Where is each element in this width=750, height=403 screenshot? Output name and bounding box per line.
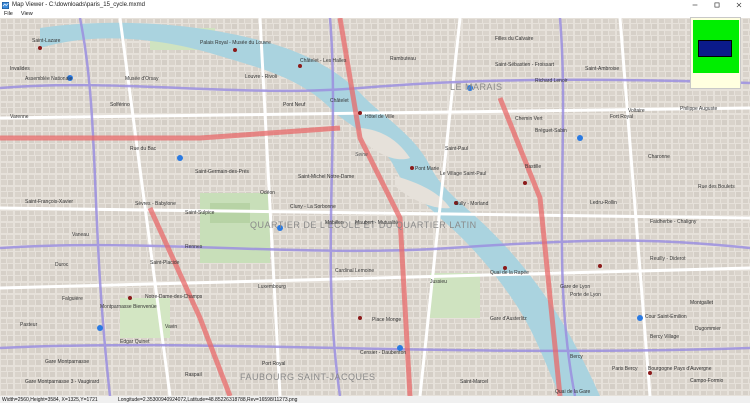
place-label-7: Rambuteau bbox=[390, 56, 416, 62]
minimize-button[interactable] bbox=[684, 0, 706, 10]
place-label-8: Filles du Calvaire bbox=[495, 36, 534, 42]
place-label-60: Censier - Daubenton bbox=[360, 350, 406, 356]
place-label-28: Bastille bbox=[525, 164, 541, 170]
place-label-30: Charonne bbox=[648, 154, 670, 160]
place-label-53: Montparnasse Bienvenüe bbox=[100, 304, 157, 310]
place-label-18: Bréguet-Sabin bbox=[535, 128, 567, 134]
place-label-49: Falguière bbox=[62, 296, 83, 302]
menu-file[interactable]: File bbox=[0, 10, 17, 18]
place-label-62: Raspail bbox=[185, 372, 202, 378]
place-label-42: Reuilly - Diderot bbox=[650, 256, 686, 262]
place-label-33: Saint-François-Xavier bbox=[25, 199, 73, 205]
park-inner bbox=[210, 203, 250, 223]
place-label-61: Gare Montparnasse bbox=[45, 359, 89, 365]
place-label-25: Saint-Michel Notre-Dame bbox=[298, 174, 354, 180]
place-label-45: Saint-Placide bbox=[150, 260, 180, 266]
place-label-73: Campo-Formio bbox=[690, 378, 724, 384]
map-svg: QUARTIER DE L'ÉCOLE ET DU QUARTIER LATIN… bbox=[0, 18, 750, 396]
app-map-icon bbox=[2, 1, 9, 9]
place-label-67: Porte de Lyon bbox=[570, 292, 601, 298]
close-button[interactable] bbox=[728, 0, 750, 10]
place-label-48: Duroc bbox=[55, 262, 69, 268]
place-label-52: Jussieu bbox=[430, 279, 447, 285]
place-label-71: Paris Bercy bbox=[612, 366, 638, 372]
place-label-47: Quai de la Rapée bbox=[490, 270, 529, 276]
close-icon bbox=[736, 2, 742, 8]
place-label-21: Varenne bbox=[10, 114, 29, 120]
place-label-15: Hôtel de Ville bbox=[365, 114, 395, 120]
place-label-6: Châtelet - Les Halles bbox=[300, 58, 347, 64]
status-coordinates: Longitude=2.35300940924072,Latitude=48.8… bbox=[118, 396, 298, 403]
status-dimensions: Width=2560,Height=3584, X=1325,Y=1721 bbox=[2, 396, 98, 403]
place-label-10: Saint-Ambroise bbox=[585, 66, 619, 72]
maximize-icon bbox=[714, 2, 720, 8]
place-label-0: Saint-Lazare bbox=[32, 38, 61, 44]
place-label-5: Louvre - Rivoli bbox=[245, 74, 277, 80]
place-label-51: Luxembourg bbox=[258, 284, 286, 290]
place-label-66: Cour Saint-Émilion bbox=[645, 313, 687, 320]
place-label-14: Châtelet bbox=[330, 98, 349, 104]
place-label-56: Gare d'Austerlitz bbox=[490, 316, 527, 322]
place-label-2: Invalides bbox=[10, 66, 30, 72]
place-label-41: Gare de Lyon bbox=[560, 284, 590, 290]
place-label-54: Vavin bbox=[165, 324, 177, 330]
status-bar: Width=2560,Height=3584, X=1325,Y=1721 Lo… bbox=[0, 396, 750, 403]
minimize-icon bbox=[692, 4, 698, 6]
place-label-24: Saint-Germain-des-Prés bbox=[195, 169, 249, 175]
place-label-34: Sèvres - Babylone bbox=[135, 201, 176, 207]
map-canvas[interactable]: QUARTIER DE L'ÉCOLE ET DU QUARTIER LATIN… bbox=[0, 18, 750, 396]
place-label-69: Quai de la Gare bbox=[555, 389, 591, 395]
place-label-37: Sully - Morland bbox=[455, 201, 489, 207]
maximize-button[interactable] bbox=[706, 0, 728, 10]
place-label-59: Port Royal bbox=[262, 361, 285, 367]
water-label: Seine bbox=[355, 152, 368, 158]
menu-view[interactable]: View bbox=[17, 10, 37, 18]
window-controls bbox=[684, 0, 750, 10]
place-label-43: Vaneau bbox=[72, 232, 89, 238]
place-label-27: Le Village Saint-Paul bbox=[440, 171, 486, 177]
menu-bar: File View bbox=[0, 10, 750, 18]
place-label-75: Bercy Village bbox=[650, 334, 679, 340]
place-label-1: Palais Royal - Musée du Louvre bbox=[200, 40, 271, 46]
place-label-64: Bercy bbox=[570, 354, 583, 360]
place-label-58: Edgar Quinet bbox=[120, 339, 150, 345]
place-label-4: Musée d'Orsay bbox=[125, 76, 159, 82]
place-label-9: Saint-Sébastien - Froissart bbox=[495, 62, 555, 68]
place-label-65: Gare Montparnasse 3 - Vaugirard bbox=[25, 379, 99, 385]
district-label-1: FAUBOURG SAINT-JACQUES bbox=[240, 372, 376, 382]
place-label-35: Odéon bbox=[260, 190, 275, 196]
place-label-16: Saint-Paul bbox=[445, 146, 468, 152]
place-label-17: Chemin Vert bbox=[515, 116, 543, 122]
place-label-40: Maubert - Mutualité bbox=[355, 220, 398, 226]
minimap[interactable] bbox=[690, 17, 741, 89]
place-label-32: Faidherbe - Chaligny bbox=[650, 219, 697, 225]
place-label-70: Montgallet bbox=[690, 300, 714, 306]
place-label-31: Rue des Boulets bbox=[698, 184, 735, 190]
place-label-12: LE MARAIS bbox=[450, 82, 503, 92]
title-bar: Map Viewer - C:\downloads\paris_15_cycle… bbox=[0, 0, 750, 10]
place-label-38: Saint-Sulpice bbox=[185, 210, 215, 216]
place-label-72: Bourgogne Pays d'Auvergne bbox=[648, 366, 712, 372]
place-label-22: Solférino bbox=[110, 102, 130, 108]
place-label-11: Richard Lenoir bbox=[535, 78, 568, 84]
window-title: Map Viewer - C:\downloads\paris_15_cycle… bbox=[12, 2, 145, 8]
place-label-26: Pont Marie bbox=[415, 166, 439, 172]
place-label-68: Dugommier bbox=[695, 326, 721, 332]
place-label-29: Ledru-Rollin bbox=[590, 200, 617, 206]
place-label-74: Fort Royal bbox=[610, 114, 633, 120]
place-label-55: Place Monge bbox=[372, 317, 401, 323]
place-label-39: Mabillon bbox=[325, 220, 344, 226]
minimap-viewport[interactable] bbox=[698, 40, 732, 57]
place-label-36: Cluny - La Sorbonne bbox=[290, 204, 336, 210]
place-label-50: Notre-Dame-des-Champs bbox=[145, 294, 203, 300]
place-label-44: Rennes bbox=[185, 244, 203, 250]
place-label-46: Cardinal Lemoine bbox=[335, 268, 374, 274]
place-label-57: Pasteur bbox=[20, 322, 38, 328]
place-label-3: Assemblée Nationale bbox=[25, 76, 72, 82]
place-label-20: Philippe Auguste bbox=[680, 106, 717, 112]
place-label-13: Pont Neuf bbox=[283, 102, 306, 108]
place-label-23: Rue du Bac bbox=[130, 146, 157, 152]
place-label-63: Saint-Marcel bbox=[460, 379, 488, 385]
